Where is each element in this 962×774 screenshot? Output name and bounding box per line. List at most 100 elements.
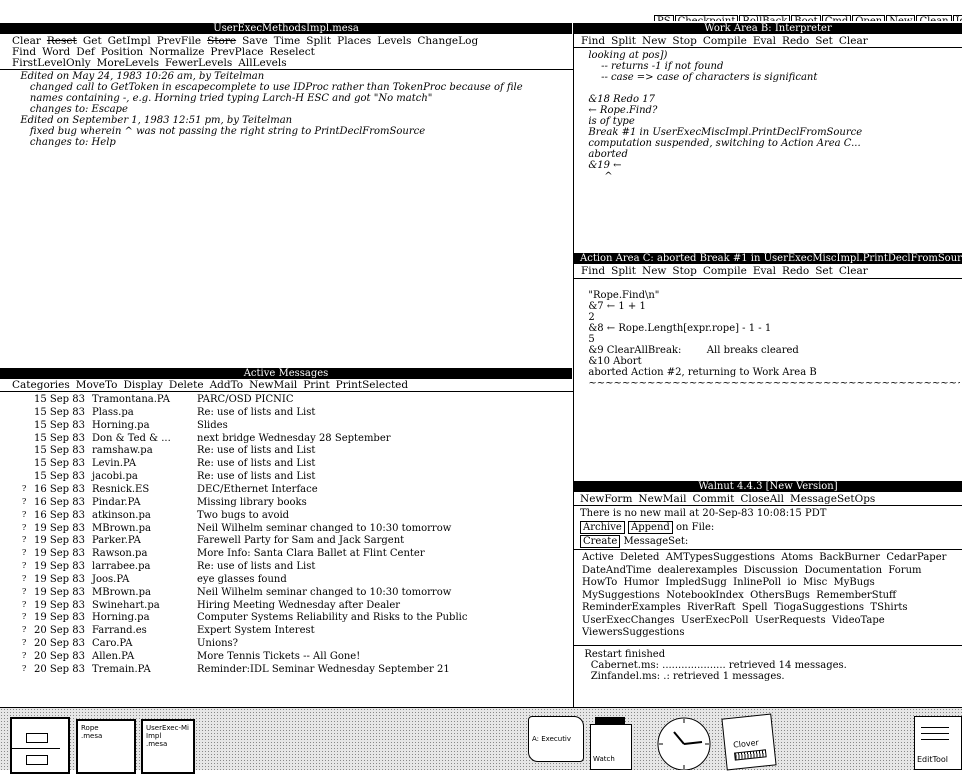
workarea-b-titlebar[interactable]: Work Area B: Interpreter bbox=[574, 23, 962, 34]
action-area-c-title: Action Area C: aborted Break #1 in UserE… bbox=[580, 253, 962, 264]
top-button-cmd[interactable]: Cmd bbox=[821, 15, 852, 21]
action-area-c-menu-clear[interactable]: Clear bbox=[839, 265, 868, 277]
message-row[interactable]: ? 20 Sep 83 Farrand.es Expert System Intere… bbox=[0, 625, 572, 638]
message-row[interactable]: 15 Sep 83 Plass.pa Re: use of lists and Li… bbox=[0, 407, 572, 420]
action-area-c-menu-new[interactable]: New bbox=[642, 265, 666, 277]
walnut-create-row: Create MessageSet: bbox=[580, 535, 688, 548]
message-date: 19 Sep 83 bbox=[34, 599, 85, 611]
message-date: 19 Sep 83 bbox=[34, 548, 85, 560]
message-row[interactable]: ? 20 Sep 83 Tremain.PA Reminder:IDL Seminar… bbox=[0, 664, 572, 677]
action-area-c-menu-redo[interactable]: Redo bbox=[782, 265, 809, 277]
document-icon-userexec[interactable]: UserExec-Mi Impl .mesa bbox=[141, 719, 195, 774]
top-button-checkpoint[interactable]: Checkpoint bbox=[674, 15, 739, 21]
messages-menu-newmail[interactable]: NewMail bbox=[249, 379, 297, 391]
message-row[interactable]: ? 19 Sep 83 Swinehart.pa Hiring Meeting Wed… bbox=[0, 600, 572, 613]
message-row[interactable]: ? 19 Sep 83 larrabee.pa Re: use of lists an… bbox=[0, 561, 572, 574]
message-row[interactable]: ? 16 Sep 83 Pindar.PA Missing library books bbox=[0, 497, 572, 510]
message-row[interactable]: ? 16 Sep 83 Resnick.ES DEC/Ethernet Interfa… bbox=[0, 484, 572, 497]
message-date: 16 Sep 83 bbox=[34, 483, 85, 495]
document-icon-rope[interactable]: Rope .mesa bbox=[76, 719, 136, 774]
walnut-menu-closeall[interactable]: CloseAll bbox=[740, 493, 784, 505]
message-row[interactable]: ? 19 Sep 83 Horning.pa Computer Systems Rel… bbox=[0, 612, 572, 625]
messages-menu-divider bbox=[0, 391, 573, 392]
message-from: Farrand.es bbox=[92, 625, 147, 637]
editor-menu-morelevels[interactable]: MoreLevels bbox=[97, 57, 159, 69]
editor-menu-fewerlevels[interactable]: FewerLevels bbox=[165, 57, 232, 69]
message-subject: More Info: Santa Clara Ballet at Flint C… bbox=[197, 548, 425, 560]
message-row[interactable]: 15 Sep 83 ramshaw.pa Re: use of lists and … bbox=[0, 445, 572, 458]
workarea-b-menu-redo[interactable]: Redo bbox=[782, 35, 809, 47]
message-row[interactable]: ? 19 Sep 83 MBrown.pa Neil Wilhelm seminar … bbox=[0, 587, 572, 600]
action-area-c-menu-eval[interactable]: Eval bbox=[753, 265, 776, 277]
message-row[interactable]: ? 19 Sep 83 Rawson.pa More Info: Santa Clar… bbox=[0, 548, 572, 561]
clover-icon[interactable]: Clover bbox=[721, 713, 777, 771]
action-area-c-menu-set[interactable]: Set bbox=[815, 265, 833, 277]
message-row[interactable]: 15 Sep 83 Don & Ted & ... next bridge Wedn… bbox=[0, 433, 572, 446]
walnut-menu-newmail[interactable]: NewMail bbox=[638, 493, 686, 505]
editor-titlebar[interactable]: UserExecMethodsImpl.mesa bbox=[0, 23, 572, 34]
editor-menu-firstlevelonly[interactable]: FirstLevelOnly bbox=[12, 57, 91, 69]
workarea-b-menu-eval[interactable]: Eval bbox=[753, 35, 776, 47]
archive-button[interactable]: Archive bbox=[580, 521, 625, 534]
action-area-c-menu-split[interactable]: Split bbox=[611, 265, 636, 277]
message-from: Allen.PA bbox=[92, 651, 135, 662]
workarea-b-menu-stop[interactable]: Stop bbox=[672, 35, 696, 47]
top-button-open[interactable]: Open bbox=[852, 15, 886, 21]
top-button-ps[interactable]: PS bbox=[654, 15, 674, 21]
edittool-icon[interactable]: EditTool bbox=[914, 716, 962, 770]
walnut-divider-2 bbox=[574, 645, 962, 646]
workarea-b-menu-split[interactable]: Split bbox=[611, 35, 636, 47]
action-area-c-titlebar[interactable]: Action Area C: aborted Break #1 in UserE… bbox=[574, 253, 962, 264]
messages-menu-printselected[interactable]: PrintSelected bbox=[336, 379, 408, 391]
message-row[interactable]: ? 20 Sep 83 Caro.PA Unions? bbox=[0, 638, 572, 651]
messages-menu-categories[interactable]: Categories bbox=[12, 379, 70, 391]
top-button-clean[interactable]: Clean bbox=[916, 15, 952, 21]
workarea-b-menu: Find Split New Stop Compile Eval Redo Set Clear bbox=[581, 35, 961, 47]
message-row[interactable]: ? 19 Sep 83 Joos.PA eye glasses found bbox=[0, 574, 572, 587]
workarea-b-menu-set[interactable]: Set bbox=[815, 35, 833, 47]
scroll-icon-executive[interactable]: A: Executiv bbox=[528, 716, 584, 762]
append-button[interactable]: Append bbox=[628, 521, 673, 534]
top-button-id[interactable]: Id bbox=[952, 15, 962, 21]
walnut-menu-commit[interactable]: Commit bbox=[693, 493, 735, 505]
workarea-b-menu-new[interactable]: New bbox=[642, 35, 666, 47]
workarea-b-menu-compile[interactable]: Compile bbox=[703, 35, 747, 47]
top-button-boot[interactable]: Boot bbox=[791, 15, 821, 21]
message-row[interactable]: 15 Sep 83 Horning.pa Slides bbox=[0, 420, 572, 433]
messages-menu-display[interactable]: Display bbox=[123, 379, 162, 391]
walnut-titlebar[interactable]: Walnut 4.4.3 [New Version] bbox=[574, 481, 962, 492]
action-area-c-menu-compile[interactable]: Compile bbox=[703, 265, 747, 277]
message-row[interactable]: 15 Sep 83 Levin.PA Re: use of lists and Li… bbox=[0, 458, 572, 471]
workarea-b-content[interactable]: looking at pos]) -- returns -1 if not fo… bbox=[582, 50, 960, 250]
action-area-c-menu-find[interactable]: Find bbox=[581, 265, 605, 277]
walnut-menu-messagesetops[interactable]: MessageSetOps bbox=[790, 493, 875, 505]
message-set-list[interactable]: Active Deleted AMTypesSuggestions Atoms … bbox=[582, 552, 960, 640]
file-cabinet-icon[interactable] bbox=[10, 717, 70, 774]
walnut-menu-newform[interactable]: NewForm bbox=[580, 493, 632, 505]
editor-menu-alllevels[interactable]: AllLevels bbox=[238, 57, 286, 69]
workarea-b-menu-clear[interactable]: Clear bbox=[839, 35, 868, 47]
top-button-new[interactable]: New bbox=[886, 15, 916, 21]
action-area-c-content[interactable]: "Rope.Find\n" &7 ← 1 + 1 2 &8 ← Rope.Len… bbox=[582, 290, 960, 480]
top-button-rollback[interactable]: RollBack bbox=[739, 15, 791, 21]
message-date: 15 Sep 83 bbox=[34, 471, 85, 483]
clock-icon[interactable] bbox=[652, 714, 716, 771]
message-row[interactable]: ? 19 Sep 83 MBrown.pa Neil Wilhelm seminar … bbox=[0, 523, 572, 536]
messages-menu-addto[interactable]: AddTo bbox=[210, 379, 244, 391]
messages-titlebar[interactable]: Active Messages bbox=[0, 368, 572, 379]
message-row[interactable]: ? 19 Sep 83 Parker.PA Farewell Party for Sa… bbox=[0, 535, 572, 548]
messages-menu-print[interactable]: Print bbox=[303, 379, 329, 391]
walnut-menu: NewForm NewMail Commit CloseAll MessageSetOp… bbox=[580, 493, 960, 505]
action-area-c-menu-stop[interactable]: Stop bbox=[672, 265, 696, 277]
messages-menu-delete[interactable]: Delete bbox=[169, 379, 204, 391]
message-row[interactable]: 15 Sep 83 Tramontana.PA PARC/OSD PICNIC bbox=[0, 394, 572, 407]
message-subject: Re: use of lists and List bbox=[197, 458, 316, 470]
create-button[interactable]: Create bbox=[580, 535, 621, 548]
message-row[interactable]: 15 Sep 83 jacobi.pa Re: use of lists and L… bbox=[0, 471, 572, 484]
workarea-b-menu-find[interactable]: Find bbox=[581, 35, 605, 47]
message-row[interactable]: ? 20 Sep 83 Allen.PA More Tennis Tickets --… bbox=[0, 651, 572, 664]
watch-icon[interactable]: Watch bbox=[590, 717, 632, 770]
messages-menu-moveto[interactable]: MoveTo bbox=[76, 379, 118, 391]
message-row[interactable]: ? 16 Sep 83 atkinson.pa Two bugs to avoid bbox=[0, 510, 572, 523]
editor-text-content[interactable]: Edited on May 24, 1983 10:26 am, by Teit… bbox=[14, 71, 570, 366]
